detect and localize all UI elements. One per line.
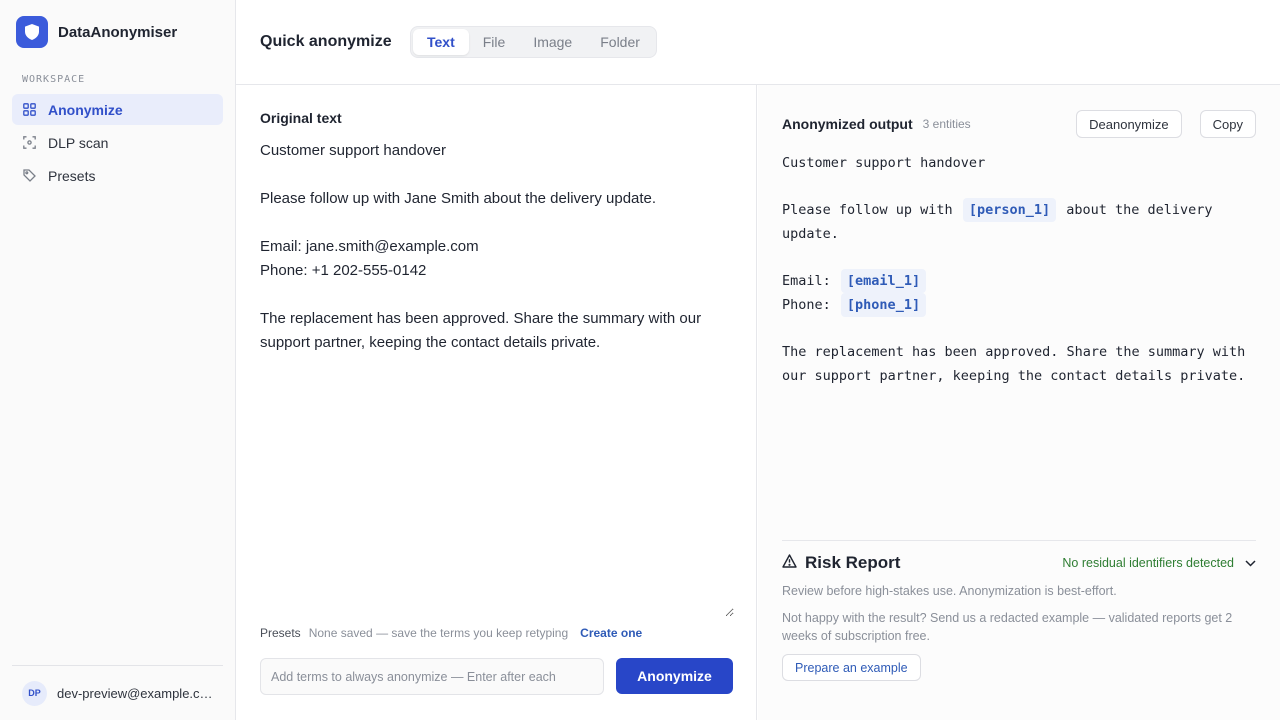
entity-count: 3 entities (922, 117, 971, 131)
scan-icon (22, 136, 36, 150)
risk-feedback: Not happy with the result? Send us a red… (782, 611, 1233, 643)
shield-icon (16, 16, 48, 48)
avatar: DP (22, 680, 47, 706)
anonymize-button[interactable]: Anonymize (616, 658, 733, 694)
terms-input[interactable] (260, 658, 604, 695)
anonymized-output: Customer support handover Please follow … (782, 151, 1256, 388)
risk-report-header[interactable]: Risk Report No residual identifiers dete… (782, 553, 1256, 573)
sidebar-item-label: Presets (48, 167, 96, 184)
app-name: DataAnonymiser (58, 23, 178, 41)
page-header: Quick anonymize Text File Image Folder (236, 0, 1280, 85)
output-line: Customer support handover (782, 155, 986, 171)
user-menu[interactable]: DP dev-preview@example.com (12, 665, 223, 720)
output-actions: Deanonymize Copy (1058, 110, 1256, 138)
create-preset-link[interactable]: Create one (580, 626, 642, 640)
original-text-title: Original text (260, 110, 342, 126)
risk-note: Review before high-stakes use. Anonymiza… (782, 584, 1117, 598)
output-header: Anonymized output 3 entities Deanonymize… (782, 109, 1256, 139)
input-pane: Original text Presets None saved — save … (236, 85, 757, 720)
sidebar-item-label: Anonymize (48, 101, 123, 118)
output-line: Please follow up with [person_1] about t… (782, 198, 1256, 246)
prepare-example-button[interactable]: Prepare an example (782, 654, 921, 681)
output-pane: Anonymized output 3 entities Deanonymize… (758, 85, 1280, 720)
copy-button[interactable]: Copy (1199, 110, 1256, 138)
output-text: Please follow up with (782, 202, 953, 218)
warning-icon (782, 553, 797, 573)
risk-status: No residual identifiers detected (1062, 556, 1234, 570)
deanonymize-button[interactable]: Deanonymize (1076, 110, 1182, 138)
entity-token-person[interactable]: [person_1] (962, 198, 1057, 222)
sidebar-item-dlp-scan[interactable]: DLP scan (12, 127, 223, 158)
risk-report: Risk Report No residual identifiers dete… (782, 540, 1256, 681)
output-line: Phone: [phone_1] (782, 293, 1256, 317)
presets-label: Presets (260, 626, 301, 640)
output-title: Anonymized output (782, 116, 913, 132)
sidebar-item-label: DLP scan (48, 134, 109, 151)
grid-icon (22, 103, 36, 117)
sidebar-nav: Anonymize DLP scan Presets (12, 94, 223, 193)
phone-label: Phone: (782, 297, 831, 313)
output-line: The replacement has been approved. Share… (782, 344, 1246, 384)
presets-row: Presets None saved — save the terms you … (260, 626, 642, 640)
email-label: Email: (782, 273, 831, 289)
user-email: dev-preview@example.com (57, 685, 217, 701)
tab-folder[interactable]: Folder (586, 29, 654, 55)
risk-report-title: Risk Report (805, 553, 901, 572)
tab-text[interactable]: Text (413, 29, 469, 55)
tab-image[interactable]: Image (519, 29, 586, 55)
sidebar-item-anonymize[interactable]: Anonymize (12, 94, 223, 125)
sidebar-item-presets[interactable]: Presets (12, 160, 223, 191)
page-title: Quick anonymize (260, 33, 392, 50)
entity-token-email[interactable]: [email_1] (840, 269, 927, 293)
original-text-input[interactable] (260, 139, 734, 617)
sidebar: DataAnonymiser WORKSPACE Anonymize DLP s… (0, 0, 236, 720)
brand[interactable]: DataAnonymiser (16, 16, 177, 48)
entity-token-phone[interactable]: [phone_1] (840, 293, 927, 317)
input-type-tabs: Text File Image Folder (410, 26, 657, 58)
presets-note: None saved — save the terms you keep ret… (308, 626, 569, 640)
output-line: Email: [email_1] (782, 269, 1256, 293)
tag-icon (22, 169, 36, 183)
tab-file[interactable]: File (469, 29, 520, 55)
chevron-down-icon[interactable] (1244, 557, 1256, 569)
section-label-workspace: WORKSPACE (22, 74, 86, 85)
